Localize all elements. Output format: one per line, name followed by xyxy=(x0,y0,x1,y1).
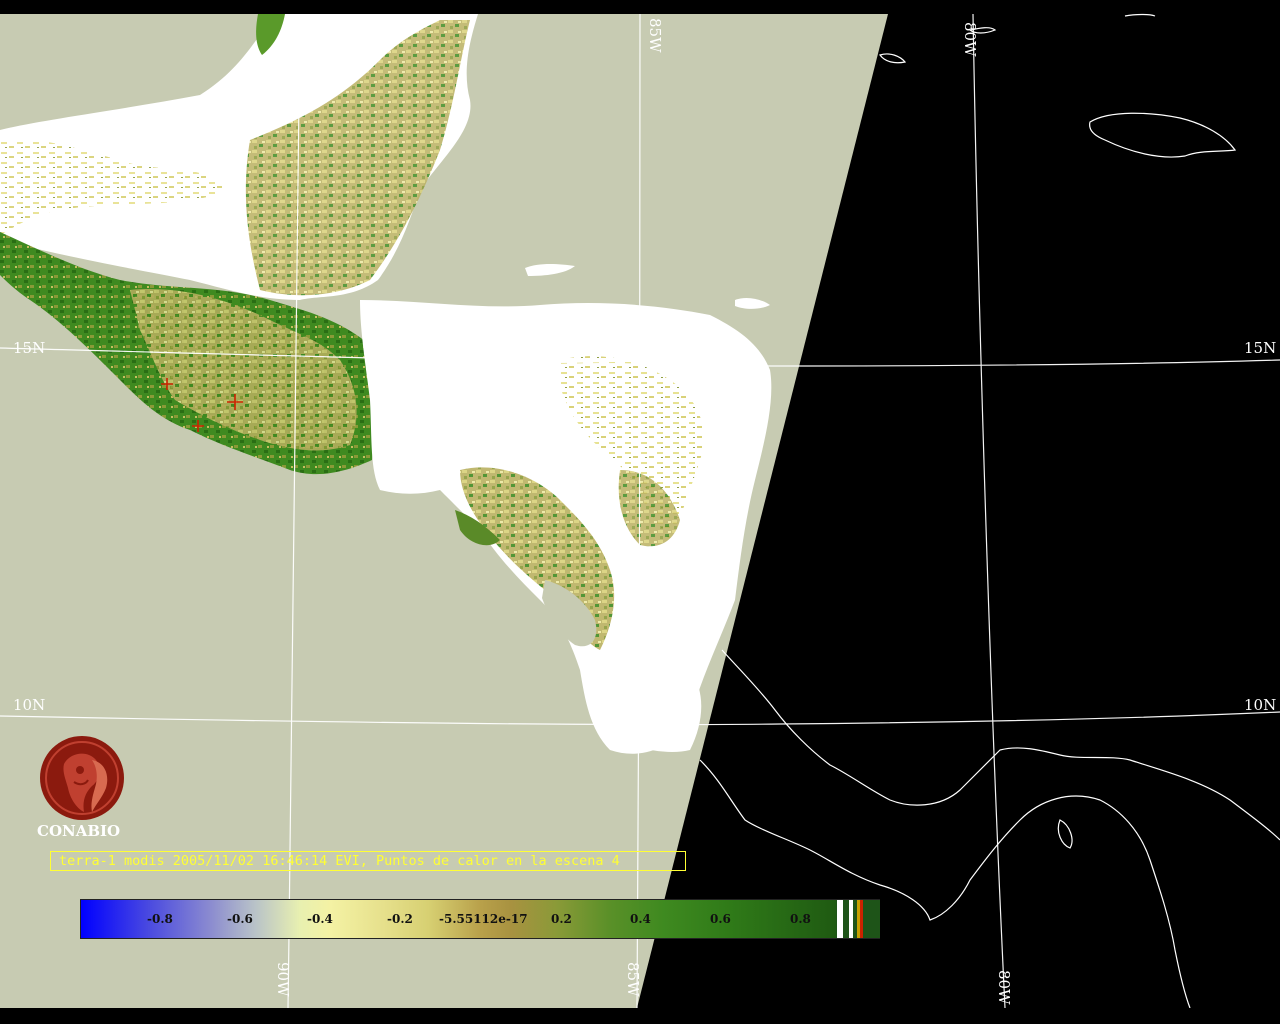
lon-label-85w-bottom: 85W xyxy=(624,962,642,997)
lon-label-90w-bottom: 90W xyxy=(274,962,292,997)
scene-caption: terra-1 modis 2005/11/02 16:46:14 EVI, P… xyxy=(50,851,686,871)
colorbar-tick-label: 0.8 xyxy=(790,912,811,926)
lat-label-15n-right: 15N xyxy=(1244,339,1277,357)
lat-label-15n: 15N xyxy=(13,339,46,357)
lon-label-85w-top: 85W xyxy=(646,18,664,53)
lat-label-10n-right: 10N xyxy=(1244,696,1277,714)
colorbar-tick-label: -0.6 xyxy=(227,912,253,926)
colorbar-tick-label: -0.4 xyxy=(307,912,333,926)
colorbar-tick-label: 0.6 xyxy=(710,912,731,926)
colorbar-tick-label: -0.2 xyxy=(387,912,413,926)
lon-label-80w-bottom: 80W xyxy=(995,970,1013,1005)
evi-colorbar: -0.8 -0.6 -0.4 -0.2 -5.55112e-17 0.2 0.4… xyxy=(80,899,880,939)
lon-label-80w-top: 80W xyxy=(961,22,979,57)
conabio-logo-text: CONABIO xyxy=(37,822,121,840)
colorbar-cloud-swatch xyxy=(837,900,843,938)
lat-label-10n: 10N xyxy=(13,696,46,714)
colorbar-tick-label: 0.2 xyxy=(551,912,572,926)
map-view: 15N 15N 10N 10N 85W 80W 90W 85W 80W CONA… xyxy=(0,0,1280,1024)
colorbar-hotspot-swatch xyxy=(860,900,863,938)
colorbar-tick-label: 0.4 xyxy=(630,912,651,926)
colorbar-tick-label: -5.55112e-17 xyxy=(439,912,528,926)
colorbar-cloud-swatch xyxy=(849,900,853,938)
colorbar-tick-label: -0.8 xyxy=(147,912,173,926)
